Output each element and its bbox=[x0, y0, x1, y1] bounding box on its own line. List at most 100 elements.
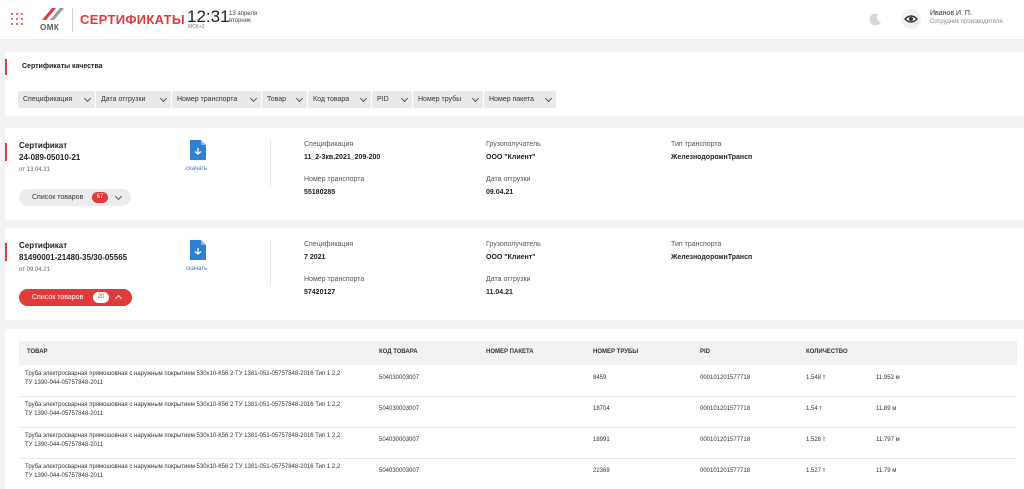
transport-label: Номер транспорта bbox=[304, 276, 365, 283]
goods-list-label: Список товаров bbox=[32, 194, 84, 201]
card-accent bbox=[5, 143, 7, 161]
table-row[interactable]: Труба электросварная прямошовная с наруж… bbox=[19, 366, 1017, 397]
moon-icon[interactable] bbox=[868, 11, 884, 27]
goods-list-button[interactable]: Список товаров 67 bbox=[19, 189, 131, 206]
product-name: Труба электросварная прямошовная с наруж… bbox=[25, 464, 341, 479]
document-download-icon[interactable] bbox=[190, 140, 206, 160]
spec-value: 11_2-3кв.2021_209-200 bbox=[304, 154, 381, 161]
app-title: СЕРТИФИКАТЫ bbox=[80, 12, 185, 27]
clock-timezone: МСК+3 bbox=[188, 24, 205, 30]
filter-specification[interactable]: Спецификация bbox=[18, 91, 95, 108]
certificate-label: Сертификат bbox=[19, 241, 68, 250]
filter-transport-number[interactable]: Номер транспорта bbox=[172, 91, 261, 108]
chevron-up-icon bbox=[114, 294, 123, 303]
filter-ship-date[interactable]: Дата отгрузки bbox=[96, 91, 171, 108]
quantity-length: 11.797 м bbox=[876, 437, 900, 443]
pid-value: 000101201577718 bbox=[700, 468, 751, 474]
download-link[interactable]: скачать bbox=[186, 166, 207, 172]
chevron-down-icon bbox=[471, 94, 480, 103]
pipe-number: 22369 bbox=[593, 468, 610, 474]
ship-date-label: Дата отгрузки bbox=[486, 176, 531, 183]
column-header-quantity: КОЛИЧЕСТВО bbox=[806, 349, 848, 355]
transport-value: 57420127 bbox=[304, 289, 336, 296]
transport-value: 55180285 bbox=[304, 189, 336, 196]
filter-pipe-number[interactable]: Номер трубы bbox=[413, 91, 483, 108]
filters-panel: Сертификаты качества Спецификация Дата о… bbox=[5, 52, 1024, 116]
certificate-card: Сертификат 81490001-21480-35/30-05565 от… bbox=[5, 228, 1024, 320]
ship-date-label: Дата отгрузки bbox=[486, 276, 531, 283]
pid-value: 000101201577718 bbox=[700, 406, 751, 412]
filter-product[interactable]: Товар bbox=[262, 91, 307, 108]
quantity-weight: 1.527 т bbox=[806, 468, 826, 474]
document-download-icon[interactable] bbox=[190, 240, 206, 260]
product-name: Труба электросварная прямошовная с наруж… bbox=[25, 371, 341, 386]
transport-type-value: ЖелезнодорожнТрансп bbox=[671, 254, 753, 261]
date-weekday: вторник bbox=[229, 18, 251, 24]
chevron-down-icon bbox=[400, 94, 409, 103]
chevron-down-icon bbox=[359, 94, 368, 103]
product-code: 504030003007 bbox=[379, 468, 420, 474]
spec-label: Спецификация bbox=[304, 241, 354, 248]
transport-label: Номер транспорта bbox=[304, 176, 365, 183]
chevron-down-icon bbox=[249, 94, 258, 103]
product-name: Труба электросварная прямошовная с наруж… bbox=[25, 433, 341, 448]
goods-count-badge: 67 bbox=[92, 192, 108, 203]
column-header-pipe: НОМЕР ТРУБЫ bbox=[593, 349, 639, 355]
page-title: Сертификаты качества bbox=[22, 63, 103, 70]
filter-pid[interactable]: PID bbox=[372, 91, 412, 108]
apps-grid-icon[interactable] bbox=[8, 10, 26, 28]
omk-logo[interactable] bbox=[40, 6, 66, 22]
user-name[interactable]: Иванов И. П. bbox=[930, 10, 972, 17]
certificate-card: Сертификат 24-089-05010-21 от 13.04.21 с… bbox=[5, 128, 1024, 220]
pipe-number: 8459 bbox=[593, 375, 607, 381]
section-accent bbox=[5, 59, 7, 75]
date-day: 13 апреля bbox=[229, 11, 258, 17]
filter-product-code[interactable]: Код товара bbox=[308, 91, 371, 108]
quantity-weight: 1.548 т bbox=[806, 375, 826, 381]
table-row[interactable]: Труба электросварная прямошовная с наруж… bbox=[19, 428, 1017, 459]
product-name: Труба электросварная прямошовная с наруж… bbox=[25, 402, 341, 417]
goods-list-label: Список товаров bbox=[32, 294, 84, 301]
column-header-package: НОМЕР ПАКЕТА bbox=[486, 349, 534, 355]
goods-count-badge: 20 bbox=[93, 292, 109, 303]
column-header-product: ТОВАР bbox=[27, 349, 48, 355]
certificate-number: 81490001-21480-35/30-05565 bbox=[19, 253, 128, 262]
eye-icon[interactable] bbox=[901, 9, 921, 29]
certificate-date: от 13.04.21 bbox=[19, 167, 50, 173]
pid-value: 000101201577718 bbox=[700, 437, 751, 443]
card-divider bbox=[270, 140, 271, 186]
chevron-down-icon bbox=[159, 94, 168, 103]
pid-value: 000101201577718 bbox=[700, 375, 751, 381]
consignee-value: ООО "Клиент" bbox=[486, 254, 536, 261]
top-header: ОМК СЕРТИФИКАТЫ 12:31 МСК+3 13 апреля вт… bbox=[0, 0, 1024, 40]
quantity-length: 11.79 м bbox=[876, 468, 897, 474]
logo-divider bbox=[72, 8, 73, 32]
quantity-weight: 1.54 т bbox=[806, 406, 823, 412]
chevron-down-icon bbox=[544, 94, 553, 103]
chevron-down-icon bbox=[83, 94, 92, 103]
card-divider bbox=[270, 240, 271, 286]
transport-type-label: Тип транспорта bbox=[671, 141, 722, 148]
consignee-label: Грузополучатель bbox=[486, 141, 541, 148]
card-accent bbox=[5, 243, 7, 261]
brand-name: ОМК bbox=[40, 23, 60, 32]
filter-package-number[interactable]: Номер пакета bbox=[484, 91, 556, 108]
download-link[interactable]: скачать bbox=[186, 266, 207, 272]
goods-table: ТОВАР КОД ТОВАРА НОМЕР ПАКЕТА НОМЕР ТРУБ… bbox=[5, 329, 1024, 489]
chevron-down-icon bbox=[295, 94, 304, 103]
table-header: ТОВАР КОД ТОВАРА НОМЕР ПАКЕТА НОМЕР ТРУБ… bbox=[19, 341, 1017, 365]
certificate-number: 24-089-05010-21 bbox=[19, 153, 81, 162]
column-header-code: КОД ТОВАРА bbox=[379, 349, 418, 355]
column-header-pid: PID bbox=[700, 349, 711, 355]
transport-type-value: ЖелезнодорожнТрансп bbox=[671, 154, 753, 161]
pipe-number: 18991 bbox=[593, 437, 610, 443]
certificate-label: Сертификат bbox=[19, 141, 68, 150]
product-code: 504030003007 bbox=[379, 437, 420, 443]
spec-value: 7 2021 bbox=[304, 254, 326, 261]
goods-list-button[interactable]: Список товаров 20 bbox=[19, 289, 132, 306]
table-row[interactable]: Труба электросварная прямошовная с наруж… bbox=[19, 459, 1017, 489]
quantity-length: 11.952 м bbox=[876, 375, 900, 381]
table-row[interactable]: Труба электросварная прямошовная с наруж… bbox=[19, 397, 1017, 428]
spec-label: Спецификация bbox=[304, 141, 354, 148]
product-code: 504030003007 bbox=[379, 375, 420, 381]
